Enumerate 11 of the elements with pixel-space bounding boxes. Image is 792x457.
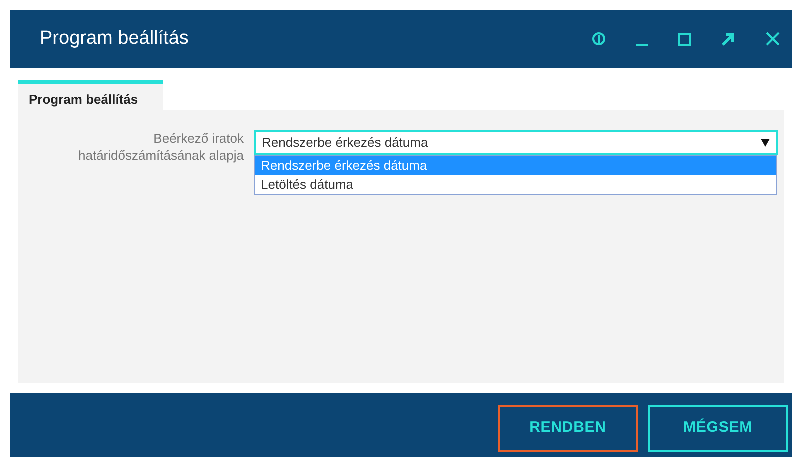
close-icon[interactable] <box>766 32 780 46</box>
dialog-button[interactable]: RENDBEN <box>498 405 638 452</box>
caret-icon <box>761 138 770 146</box>
maximize-icon[interactable] <box>678 32 691 46</box>
dropdown-field[interactable]: Rendszerbe érkezés dátuma <box>254 130 778 155</box>
info-icon[interactable] <box>592 32 606 46</box>
window-title: Program beállítás <box>40 26 190 51</box>
dialog-button[interactable]: MÉGSEM <box>648 405 788 452</box>
field-label: Beérkező iratok határidőszámításának alapja <box>78 130 244 165</box>
arrow-icon[interactable] <box>721 32 736 46</box>
tab[interactable]: Program beállítás <box>18 80 163 110</box>
